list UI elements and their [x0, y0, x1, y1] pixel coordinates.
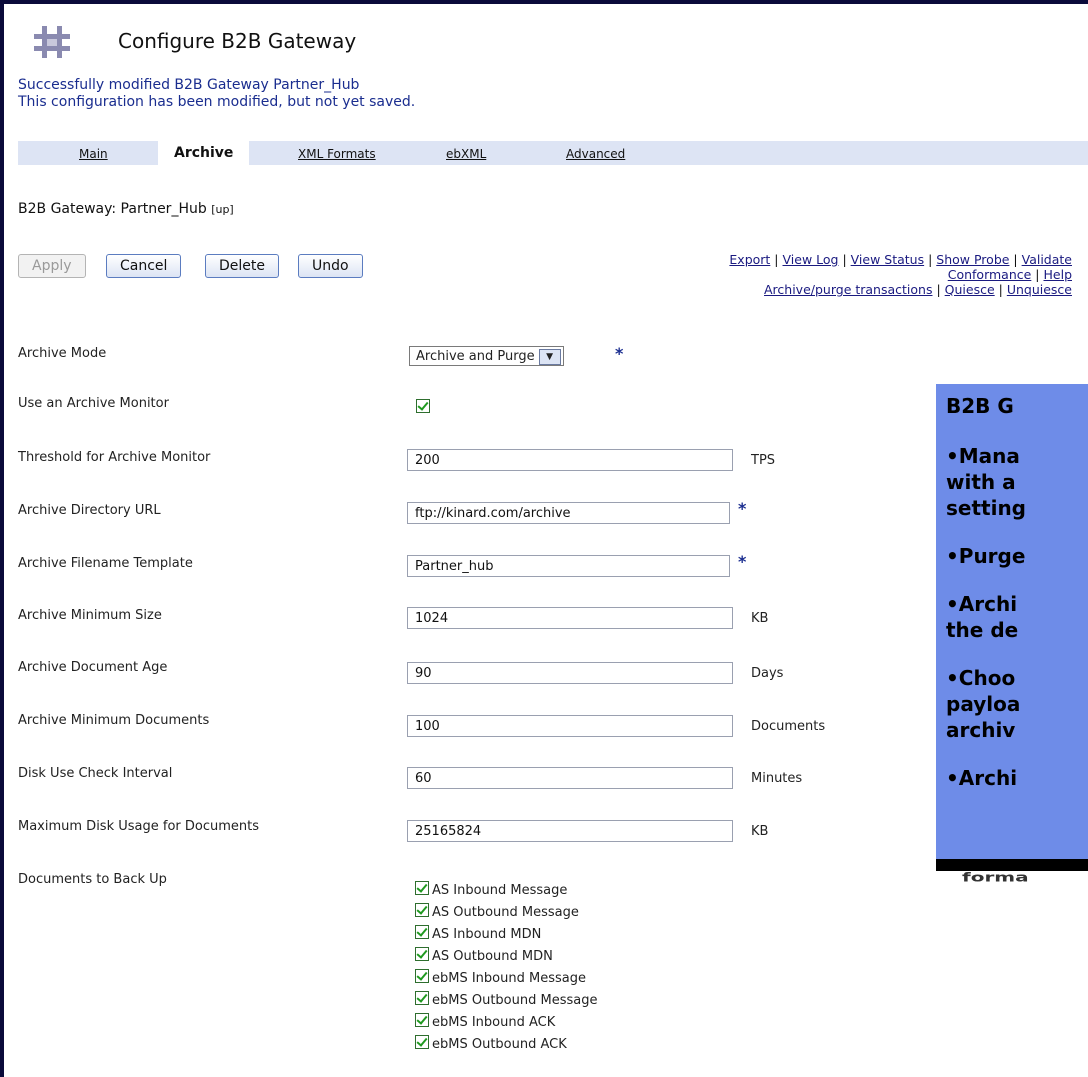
unsaved-message: This configuration has been modified, bu… — [18, 94, 416, 110]
delete-button[interactable]: Delete — [205, 254, 279, 278]
list-item[interactable]: ebMS Inbound Message — [415, 968, 597, 990]
list-item[interactable]: ebMS Outbound ACK — [415, 1034, 597, 1056]
list-item[interactable]: AS Outbound Message — [415, 902, 597, 924]
gateway-name: B2B Gateway: Partner_Hub — [18, 201, 207, 217]
apply-button[interactable]: Apply — [18, 254, 86, 278]
conformance-link[interactable]: Conformance — [948, 267, 1032, 282]
gateway-status: [up] — [211, 203, 234, 216]
tab-bar: Main Archive XML Formats ebXML Advanced — [18, 141, 1088, 165]
disk-interval-unit: Minutes — [751, 771, 803, 786]
backup-checkbox[interactable] — [415, 969, 429, 983]
min-size-input[interactable]: 1024 — [407, 607, 733, 629]
panel-line: with a — [946, 470, 1016, 494]
min-size-unit: KB — [751, 611, 769, 626]
undo-button[interactable]: Undo — [298, 254, 363, 278]
chevron-down-icon[interactable]: ▼ — [538, 349, 561, 365]
threshold-unit: TPS — [751, 453, 776, 468]
action-links: Export | View Log | View Status | Show P… — [729, 252, 1072, 297]
status-messages: Successfully modified B2B Gateway Partne… — [18, 77, 415, 111]
tab-xml-formats[interactable]: XML Formats — [298, 141, 376, 165]
min-docs-unit: Documents — [751, 719, 826, 734]
threshold-label: Threshold for Archive Monitor — [18, 450, 211, 465]
archive-mode-select[interactable]: Archive and Purge ▼ — [409, 346, 564, 366]
min-size-label: Archive Minimum Size — [18, 608, 162, 623]
page-title: Configure B2B Gateway — [118, 29, 357, 53]
tab-advanced[interactable]: Advanced — [566, 141, 625, 165]
doc-age-unit: Days — [751, 666, 784, 681]
panel-line: •Mana — [946, 444, 1020, 468]
panel-line: setting — [946, 496, 1026, 520]
min-docs-label: Archive Minimum Documents — [18, 713, 210, 728]
help-link[interactable]: Help — [1044, 267, 1073, 282]
backup-checkbox[interactable] — [415, 925, 429, 939]
panel-line: the de — [946, 618, 1019, 642]
backup-checkbox[interactable] — [415, 903, 429, 917]
gateway-heading: B2B Gateway: Partner_Hub [up] — [18, 201, 234, 217]
dir-url-label: Archive Directory URL — [18, 503, 161, 518]
docs-backup-label: Documents to Back Up — [18, 872, 167, 887]
backup-checkbox[interactable] — [415, 947, 429, 961]
archive-mode-label: Archive Mode — [18, 346, 107, 361]
quiesce-link[interactable]: Quiesce — [945, 282, 995, 297]
bridge-logo-icon — [34, 26, 70, 58]
view-log-link[interactable]: View Log — [783, 252, 839, 267]
list-item[interactable]: AS Inbound Message — [415, 880, 597, 902]
use-monitor-label: Use an Archive Monitor — [18, 396, 169, 411]
app-window: Configure B2B Gateway Successfully modif… — [4, 4, 1088, 1077]
panel-line: •Purge — [946, 544, 1026, 568]
threshold-input[interactable]: 200 — [407, 449, 733, 471]
list-item[interactable]: ebMS Outbound Message — [415, 990, 597, 1012]
unquiesce-link[interactable]: Unquiesce — [1007, 282, 1072, 297]
tab-ebxml[interactable]: ebXML — [446, 141, 486, 165]
backup-checkbox[interactable] — [415, 881, 429, 895]
export-link[interactable]: Export — [729, 252, 770, 267]
panel-heading: B2B G — [946, 394, 1014, 418]
backup-checkbox[interactable] — [415, 991, 429, 1005]
archive-mode-value: Archive and Purge — [416, 349, 535, 364]
max-disk-input[interactable]: 25165824 — [407, 820, 733, 842]
tab-main[interactable]: Main — [79, 141, 108, 165]
filename-input[interactable]: Partner_hub — [407, 555, 730, 577]
doc-age-input[interactable]: 90 — [407, 662, 733, 684]
panel-overflow-text: forma — [962, 870, 1029, 885]
validate-link[interactable]: Validate — [1022, 252, 1072, 267]
disk-interval-label: Disk Use Check Interval — [18, 766, 173, 781]
success-message: Successfully modified B2B Gateway Partne… — [18, 77, 360, 93]
required-marker: * — [738, 499, 747, 518]
disk-interval-input[interactable]: 60 — [407, 767, 733, 789]
min-docs-input[interactable]: 100 — [407, 715, 733, 737]
list-item[interactable]: ebMS Inbound ACK — [415, 1012, 597, 1034]
show-probe-link[interactable]: Show Probe — [936, 252, 1009, 267]
docs-backup-list: AS Inbound Message AS Outbound Message A… — [415, 880, 597, 1056]
panel-line: •Choo — [946, 666, 1016, 690]
tab-archive[interactable]: Archive — [158, 141, 250, 165]
list-item[interactable]: AS Outbound MDN — [415, 946, 597, 968]
backup-checkbox[interactable] — [415, 1035, 429, 1049]
max-disk-label: Maximum Disk Usage for Documents — [18, 819, 260, 834]
view-status-link[interactable]: View Status — [851, 252, 924, 267]
required-marker: * — [738, 552, 747, 571]
filename-label: Archive Filename Template — [18, 556, 193, 571]
list-item[interactable]: AS Inbound MDN — [415, 924, 597, 946]
panel-line: payloa — [946, 692, 1021, 716]
archive-purge-link[interactable]: Archive/purge transactions — [764, 282, 932, 297]
doc-age-label: Archive Document Age — [18, 660, 168, 675]
dir-url-input[interactable]: ftp://kinard.com/archive — [407, 502, 730, 524]
panel-line: archiv — [946, 718, 1016, 742]
max-disk-unit: KB — [751, 824, 769, 839]
panel-line: •Archi — [946, 592, 1018, 616]
callout-panel: B2B G •Mana with a setting •Purge •Archi… — [936, 384, 1088, 859]
backup-checkbox[interactable] — [415, 1013, 429, 1027]
required-marker: * — [615, 344, 624, 363]
use-monitor-checkbox[interactable] — [416, 399, 430, 413]
panel-line: •Archi — [946, 766, 1018, 790]
cancel-button[interactable]: Cancel — [106, 254, 182, 278]
